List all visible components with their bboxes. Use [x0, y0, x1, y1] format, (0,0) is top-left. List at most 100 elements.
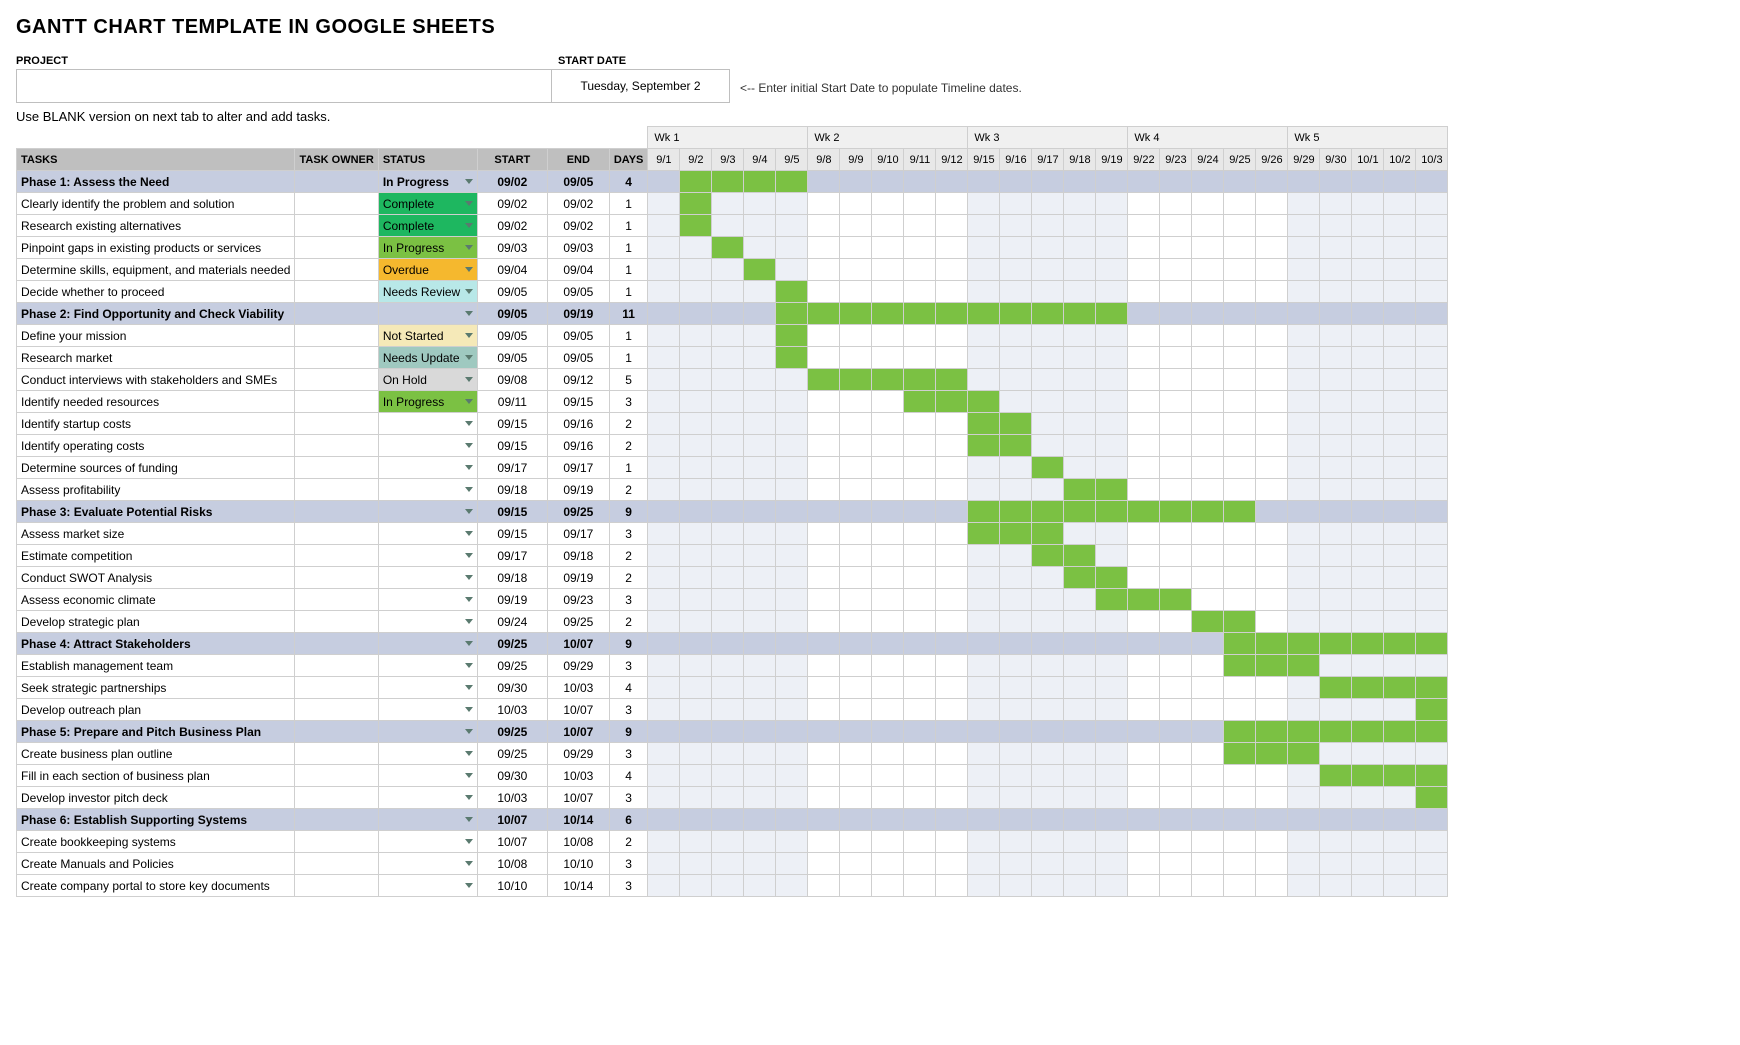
days-cell[interactable]: 3: [609, 853, 648, 875]
end-cell[interactable]: 09/25: [547, 501, 609, 523]
start-cell[interactable]: 09/15: [477, 435, 547, 457]
start-cell[interactable]: 09/11: [477, 391, 547, 413]
status-dropdown[interactable]: [378, 413, 477, 435]
start-cell[interactable]: 09/25: [477, 721, 547, 743]
start-cell[interactable]: 09/05: [477, 281, 547, 303]
task-cell[interactable]: Estimate competition: [17, 545, 295, 567]
status-dropdown[interactable]: [378, 699, 477, 721]
owner-cell[interactable]: [295, 589, 378, 611]
days-cell[interactable]: 1: [609, 193, 648, 215]
days-cell[interactable]: 4: [609, 677, 648, 699]
days-cell[interactable]: 3: [609, 589, 648, 611]
start-cell[interactable]: 10/07: [477, 831, 547, 853]
project-input[interactable]: [16, 69, 552, 103]
task-cell[interactable]: Phase 3: Evaluate Potential Risks: [17, 501, 295, 523]
owner-cell[interactable]: [295, 259, 378, 281]
days-cell[interactable]: 4: [609, 765, 648, 787]
owner-cell[interactable]: [295, 457, 378, 479]
owner-cell[interactable]: [295, 369, 378, 391]
end-cell[interactable]: 09/05: [547, 281, 609, 303]
task-cell[interactable]: Develop outreach plan: [17, 699, 295, 721]
status-dropdown[interactable]: [378, 545, 477, 567]
start-cell[interactable]: 09/17: [477, 457, 547, 479]
status-dropdown[interactable]: [378, 567, 477, 589]
days-cell[interactable]: 2: [609, 479, 648, 501]
start-cell[interactable]: 09/15: [477, 501, 547, 523]
task-cell[interactable]: Create business plan outline: [17, 743, 295, 765]
start-cell[interactable]: 09/02: [477, 215, 547, 237]
start-cell[interactable]: 09/30: [477, 677, 547, 699]
status-dropdown[interactable]: [378, 435, 477, 457]
owner-cell[interactable]: [295, 765, 378, 787]
owner-cell[interactable]: [295, 567, 378, 589]
days-cell[interactable]: 11: [609, 303, 648, 325]
status-dropdown[interactable]: [378, 677, 477, 699]
owner-cell[interactable]: [295, 743, 378, 765]
end-cell[interactable]: 09/29: [547, 743, 609, 765]
days-cell[interactable]: 3: [609, 655, 648, 677]
end-cell[interactable]: 09/15: [547, 391, 609, 413]
task-cell[interactable]: Determine skills, equipment, and materia…: [17, 259, 295, 281]
owner-cell[interactable]: [295, 501, 378, 523]
task-cell[interactable]: Define your mission: [17, 325, 295, 347]
days-cell[interactable]: 1: [609, 457, 648, 479]
start-cell[interactable]: 09/03: [477, 237, 547, 259]
task-cell[interactable]: Phase 5: Prepare and Pitch Business Plan: [17, 721, 295, 743]
start-cell[interactable]: 10/03: [477, 787, 547, 809]
task-cell[interactable]: Phase 6: Establish Supporting Systems: [17, 809, 295, 831]
start-cell[interactable]: 09/02: [477, 171, 547, 193]
owner-cell[interactable]: [295, 413, 378, 435]
start-cell[interactable]: 09/25: [477, 655, 547, 677]
owner-cell[interactable]: [295, 435, 378, 457]
status-dropdown[interactable]: [378, 523, 477, 545]
end-cell[interactable]: 10/08: [547, 831, 609, 853]
owner-cell[interactable]: [295, 545, 378, 567]
end-cell[interactable]: 09/18: [547, 545, 609, 567]
task-cell[interactable]: Determine sources of funding: [17, 457, 295, 479]
task-cell[interactable]: Create company portal to store key docum…: [17, 875, 295, 897]
days-cell[interactable]: 1: [609, 347, 648, 369]
owner-cell[interactable]: [295, 391, 378, 413]
status-dropdown[interactable]: [378, 787, 477, 809]
end-cell[interactable]: 09/17: [547, 523, 609, 545]
status-dropdown[interactable]: [378, 457, 477, 479]
start-cell[interactable]: 09/05: [477, 303, 547, 325]
start-cell[interactable]: 09/25: [477, 633, 547, 655]
days-cell[interactable]: 2: [609, 545, 648, 567]
owner-cell[interactable]: [295, 215, 378, 237]
owner-cell[interactable]: [295, 721, 378, 743]
start-cell[interactable]: 09/05: [477, 325, 547, 347]
task-cell[interactable]: Fill in each section of business plan: [17, 765, 295, 787]
owner-cell[interactable]: [295, 523, 378, 545]
end-cell[interactable]: 10/07: [547, 699, 609, 721]
status-dropdown[interactable]: [378, 589, 477, 611]
status-dropdown[interactable]: In Progress: [378, 391, 477, 413]
task-cell[interactable]: Develop strategic plan: [17, 611, 295, 633]
status-dropdown[interactable]: [378, 809, 477, 831]
start-cell[interactable]: 09/24: [477, 611, 547, 633]
owner-cell[interactable]: [295, 325, 378, 347]
task-cell[interactable]: Phase 2: Find Opportunity and Check Viab…: [17, 303, 295, 325]
owner-cell[interactable]: [295, 655, 378, 677]
end-cell[interactable]: 09/02: [547, 215, 609, 237]
status-dropdown[interactable]: [378, 611, 477, 633]
days-cell[interactable]: 1: [609, 281, 648, 303]
task-cell[interactable]: Assess economic climate: [17, 589, 295, 611]
days-cell[interactable]: 3: [609, 699, 648, 721]
owner-cell[interactable]: [295, 193, 378, 215]
end-cell[interactable]: 09/03: [547, 237, 609, 259]
end-cell[interactable]: 09/19: [547, 479, 609, 501]
days-cell[interactable]: 2: [609, 435, 648, 457]
start-cell[interactable]: 09/15: [477, 413, 547, 435]
status-dropdown[interactable]: In Progress: [378, 237, 477, 259]
end-cell[interactable]: 10/03: [547, 765, 609, 787]
start-cell[interactable]: 09/02: [477, 193, 547, 215]
end-cell[interactable]: 09/05: [547, 171, 609, 193]
end-cell[interactable]: 09/29: [547, 655, 609, 677]
days-cell[interactable]: 9: [609, 633, 648, 655]
task-cell[interactable]: Develop investor pitch deck: [17, 787, 295, 809]
end-cell[interactable]: 10/10: [547, 853, 609, 875]
task-cell[interactable]: Research existing alternatives: [17, 215, 295, 237]
task-cell[interactable]: Create bookkeeping systems: [17, 831, 295, 853]
owner-cell[interactable]: [295, 853, 378, 875]
